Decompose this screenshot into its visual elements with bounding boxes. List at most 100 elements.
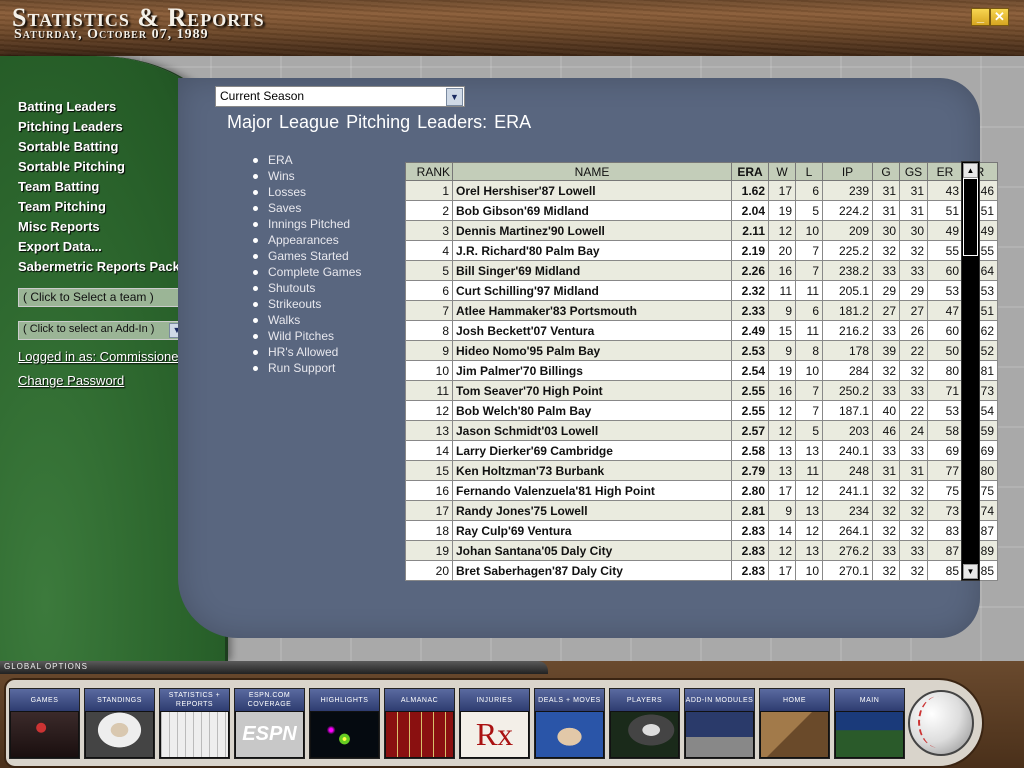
table-row[interactable]: 20 Bret Saberhagen'87 Daly City 2.83 17 10 27… [405,560,998,581]
table-row[interactable]: 5 Bill Singer'69 Midland 2.26 16 7 238.2 33 33 6… [405,260,998,281]
highlights-button[interactable]: HIGHLIGHTS [309,688,380,759]
column-header[interactable]: NAME [452,162,732,181]
category-link[interactable]: Run Support [253,360,361,376]
sidebar-item-team-pitching[interactable]: Team Pitching [18,199,106,214]
table-row[interactable]: 19 Johan Santana'05 Daly City 2.83 12 13 276.… [405,540,998,561]
sidebar-item-sortable-batting[interactable]: Sortable Batting [18,139,118,154]
season-select[interactable]: Current Season ▼ [215,86,465,107]
player-name-cell[interactable]: Bill Singer'69 Midland [452,260,732,281]
table-row[interactable]: 17 Randy Jones'75 Lowell 2.81 9 13 234 32 32 73 7… [405,500,998,521]
player-name-cell[interactable]: Ken Holtzman'73 Burbank [452,460,732,481]
category-link[interactable]: Walks [253,312,361,328]
category-link[interactable]: Innings Pitched [253,216,361,232]
espn-coverage-button[interactable]: ESPN.COM COVERAGE ESPN [234,688,305,759]
category-link[interactable]: Complete Games [253,264,361,280]
sidebar-item-pitching-leaders[interactable]: Pitching Leaders [18,119,123,134]
player-name-cell[interactable]: Hideo Nomo'95 Palm Bay [452,340,732,361]
category-link[interactable]: Wild Pitches [253,328,361,344]
main-button[interactable]: MAIN [834,688,905,759]
change-password-link[interactable]: Change Password [18,373,124,388]
addin-modules-button[interactable]: ADD-IN MODULES [684,688,755,759]
stat-cell: 2.26 [731,260,769,281]
player-name-cell[interactable]: Johan Santana'05 Daly City [452,540,732,561]
category-link[interactable]: Wins [253,168,361,184]
player-name-cell[interactable]: Curt Schilling'97 Midland [452,280,732,301]
player-name-cell[interactable]: Orel Hershiser'87 Lowell [452,180,732,201]
column-header[interactable]: L [795,162,823,181]
player-name-cell[interactable]: Jason Schmidt'03 Lowell [452,420,732,441]
category-link[interactable]: Strikeouts [253,296,361,312]
players-button[interactable]: PLAYERS [609,688,680,759]
table-row[interactable]: 7 Atlee Hammaker'83 Portsmouth 2.33 9 6 181.2… [405,300,998,321]
player-name-cell[interactable]: J.R. Richard'80 Palm Bay [452,240,732,261]
sidebar-item-export-data[interactable]: Export Data... [18,239,102,254]
column-header[interactable]: ERA [731,162,769,181]
minimize-button[interactable]: _ [971,8,990,26]
player-name-cell[interactable]: Bret Saberhagen'87 Daly City [452,560,732,581]
sidebar-item-sabermetric-reports[interactable]: Sabermetric Reports Pack [18,259,180,274]
stat-cell: 75 [927,480,963,501]
chevron-down-icon[interactable]: ▼ [446,88,463,106]
almanac-button[interactable]: ALMANAC [384,688,455,759]
close-button[interactable]: ✕ [990,8,1009,26]
table-row[interactable]: 12 Bob Welch'80 Palm Bay 2.55 12 7 187.1 40 22 5… [405,400,998,421]
games-button[interactable]: GAMES [9,688,80,759]
table-row[interactable]: 3 Dennis Martinez'90 Lowell 2.11 12 10 209 30 3… [405,220,998,241]
table-row[interactable]: 18 Ray Culp'69 Ventura 2.83 14 12 264.1 32 32 83… [405,520,998,541]
table-row[interactable]: 16 Fernando Valenzuela'81 High Point 2.80 1… [405,480,998,501]
category-link[interactable]: Saves [253,200,361,216]
category-link[interactable]: HR's Allowed [253,344,361,360]
table-row[interactable]: 1 Orel Hershiser'87 Lowell 1.62 17 6 239 31 31 4… [405,180,998,201]
player-name-cell[interactable]: Dennis Martinez'90 Lowell [452,220,732,241]
player-name-cell[interactable]: Bob Welch'80 Palm Bay [452,400,732,421]
table-row[interactable]: 8 Josh Beckett'07 Ventura 2.49 15 11 216.2 33 2… [405,320,998,341]
player-name-cell[interactable]: Jim Palmer'70 Billings [452,360,732,381]
table-row[interactable]: 4 J.R. Richard'80 Palm Bay 2.19 20 7 225.2 32 3… [405,240,998,261]
scrollbar[interactable]: ▲ ▼ [961,161,980,581]
injuries-button[interactable]: INJURIES Rx [459,688,530,759]
player-name-cell[interactable]: Randy Jones'75 Lowell [452,500,732,521]
statistics-reports-button[interactable]: STATISTICS + REPORTS [159,688,230,759]
baseball-icon[interactable] [908,690,974,756]
column-header[interactable]: RANK [405,162,453,181]
scroll-down-icon[interactable]: ▼ [963,564,978,579]
sidebar-item-sortable-pitching[interactable]: Sortable Pitching [18,159,125,174]
category-link[interactable]: Losses [253,184,361,200]
player-name-cell[interactable]: Larry Dierker'69 Cambridge [452,440,732,461]
table-row[interactable]: 14 Larry Dierker'69 Cambridge 2.58 13 13 240.… [405,440,998,461]
home-button[interactable]: HOME [759,688,830,759]
scroll-up-icon[interactable]: ▲ [963,163,978,178]
column-header[interactable]: G [872,162,900,181]
category-link[interactable]: Appearances [253,232,361,248]
player-name-cell[interactable]: Tom Seaver'70 High Point [452,380,732,401]
stat-cell: 17 [768,180,796,201]
category-link[interactable]: Shutouts [253,280,361,296]
column-header[interactable]: ER [927,162,963,181]
deals-moves-button[interactable]: DEALS + MOVES [534,688,605,759]
column-header[interactable]: IP [822,162,873,181]
table-row[interactable]: 13 Jason Schmidt'03 Lowell 2.57 12 5 203 46 24 5… [405,420,998,441]
table-row[interactable]: 2 Bob Gibson'69 Midland 2.04 19 5 224.2 31 31 51… [405,200,998,221]
stat-cell: 5 [795,200,823,221]
player-name-cell[interactable]: Josh Beckett'07 Ventura [452,320,732,341]
sidebar-item-misc-reports[interactable]: Misc Reports [18,219,100,234]
column-header[interactable]: W [768,162,796,181]
addin-select[interactable]: ( Click to select an Add-In ) ▼ [18,321,187,340]
table-row[interactable]: 9 Hideo Nomo'95 Palm Bay 2.53 9 8 178 39 22 50 52 [405,340,998,361]
table-row[interactable]: 11 Tom Seaver'70 High Point 2.55 16 7 250.2 33… [405,380,998,401]
table-row[interactable]: 15 Ken Holtzman'73 Burbank 2.79 13 11 248 31 31… [405,460,998,481]
player-name-cell[interactable]: Fernando Valenzuela'81 High Point [452,480,732,501]
table-row[interactable]: 6 Curt Schilling'97 Midland 2.32 11 11 205.1 2… [405,280,998,301]
column-header[interactable]: GS [899,162,928,181]
player-name-cell[interactable]: Bob Gibson'69 Midland [452,200,732,221]
player-name-cell[interactable]: Ray Culp'69 Ventura [452,520,732,541]
table-row[interactable]: 10 Jim Palmer'70 Billings 2.54 19 10 284 32 32 8… [405,360,998,381]
category-link[interactable]: Games Started [253,248,361,264]
sidebar-item-team-batting[interactable]: Team Batting [18,179,99,194]
scroll-thumb[interactable] [963,178,978,256]
logged-in-link[interactable]: Logged in as: Commissioner. [18,349,186,364]
sidebar-item-batting-leaders[interactable]: Batting Leaders [18,99,116,114]
player-name-cell[interactable]: Atlee Hammaker'83 Portsmouth [452,300,732,321]
category-link[interactable]: ERA [253,152,361,168]
standings-button[interactable]: STANDINGS [84,688,155,759]
